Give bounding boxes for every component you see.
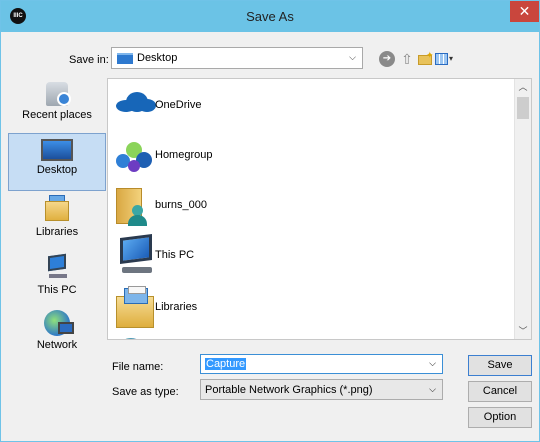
views-menu-icon[interactable]: ▾ [435, 51, 455, 67]
back-icon[interactable]: ➔ [379, 51, 395, 67]
homegroup-icon [116, 140, 154, 174]
save-as-type-value: Portable Network Graphics (*.png) [205, 384, 373, 396]
file-name: OneDrive [155, 99, 202, 111]
save-in-value: Desktop [137, 52, 178, 64]
chevron-down-icon: ⌵ [429, 384, 436, 394]
scroll-up-icon[interactable]: ︿ [515, 79, 531, 95]
libraries-icon [41, 195, 73, 223]
list-item-partial[interactable] [108, 324, 508, 339]
scroll-down-icon[interactable]: ﹀ [515, 323, 531, 339]
chevron-down-icon[interactable]: ⌵ [429, 358, 436, 369]
list-item[interactable]: Homegroup [108, 130, 508, 180]
close-button[interactable]: ✕ [510, 1, 539, 22]
save-as-type-label: Save as type: [112, 386, 179, 398]
save-as-type-dropdown[interactable]: Portable Network Graphics (*.png) ⌵ [200, 379, 443, 400]
place-libraries[interactable]: Libraries [8, 195, 106, 245]
file-name: burns_000 [155, 199, 207, 211]
place-label: Recent places [22, 109, 92, 121]
place-desktop[interactable]: Desktop [8, 133, 106, 191]
file-name-label: File name: [112, 361, 164, 373]
file-name-value[interactable]: Capture [205, 358, 247, 370]
network-icon [44, 310, 74, 336]
list-item[interactable]: OneDrive [108, 80, 508, 130]
up-folder-icon[interactable]: ⇧ [399, 51, 415, 67]
save-in-label: Save in: [69, 54, 109, 66]
save-in-dropdown[interactable]: Desktop ⌵ [111, 47, 363, 69]
save-as-dialog: IIIC Save As ✕ Save in: Desktop ⌵ ➔ ⇧ ✦ … [0, 0, 540, 442]
list-item[interactable]: burns_000 [108, 180, 508, 230]
list-item[interactable]: This PC [108, 230, 508, 280]
vertical-scrollbar[interactable]: ︿ ﹀ [514, 79, 531, 339]
place-label: Desktop [36, 164, 78, 176]
libraries-icon [116, 286, 156, 328]
place-recent-places[interactable]: Recent places [8, 82, 106, 132]
desktop-folder-icon [117, 53, 133, 64]
file-list[interactable]: OneDrive Homegroup burns_000 This PC Lib… [107, 78, 532, 340]
save-button[interactable]: Save [468, 355, 532, 376]
title-bar[interactable]: IIIC Save As ✕ [1, 1, 539, 32]
place-network[interactable]: Network [8, 310, 106, 362]
cancel-button[interactable]: Cancel [468, 381, 532, 402]
this-pc-icon [116, 233, 156, 275]
dialog-title: Save As [246, 9, 294, 24]
option-button[interactable]: Option [468, 407, 532, 428]
file-name: This PC [155, 249, 195, 261]
place-label: Network [36, 339, 78, 351]
place-label: Libraries [35, 226, 79, 238]
recent-places-icon [46, 82, 71, 106]
chevron-down-icon: ⌵ [349, 52, 356, 62]
file-name: Libraries [155, 301, 198, 313]
onedrive-icon [116, 92, 156, 112]
scroll-thumb[interactable] [517, 97, 529, 119]
place-this-pc[interactable]: This PC [8, 253, 106, 303]
network-icon [116, 338, 146, 339]
file-name-field[interactable]: Capture ⌵ [200, 354, 443, 374]
new-folder-icon[interactable]: ✦ [417, 50, 434, 67]
place-label: This PC [37, 284, 77, 296]
places-bar: Recent places Desktop Libraries This PC … [8, 78, 106, 426]
desktop-icon [41, 139, 73, 161]
this-pc-icon [41, 253, 73, 281]
file-name: Homegroup [155, 149, 213, 161]
user-folder-icon [116, 183, 150, 227]
